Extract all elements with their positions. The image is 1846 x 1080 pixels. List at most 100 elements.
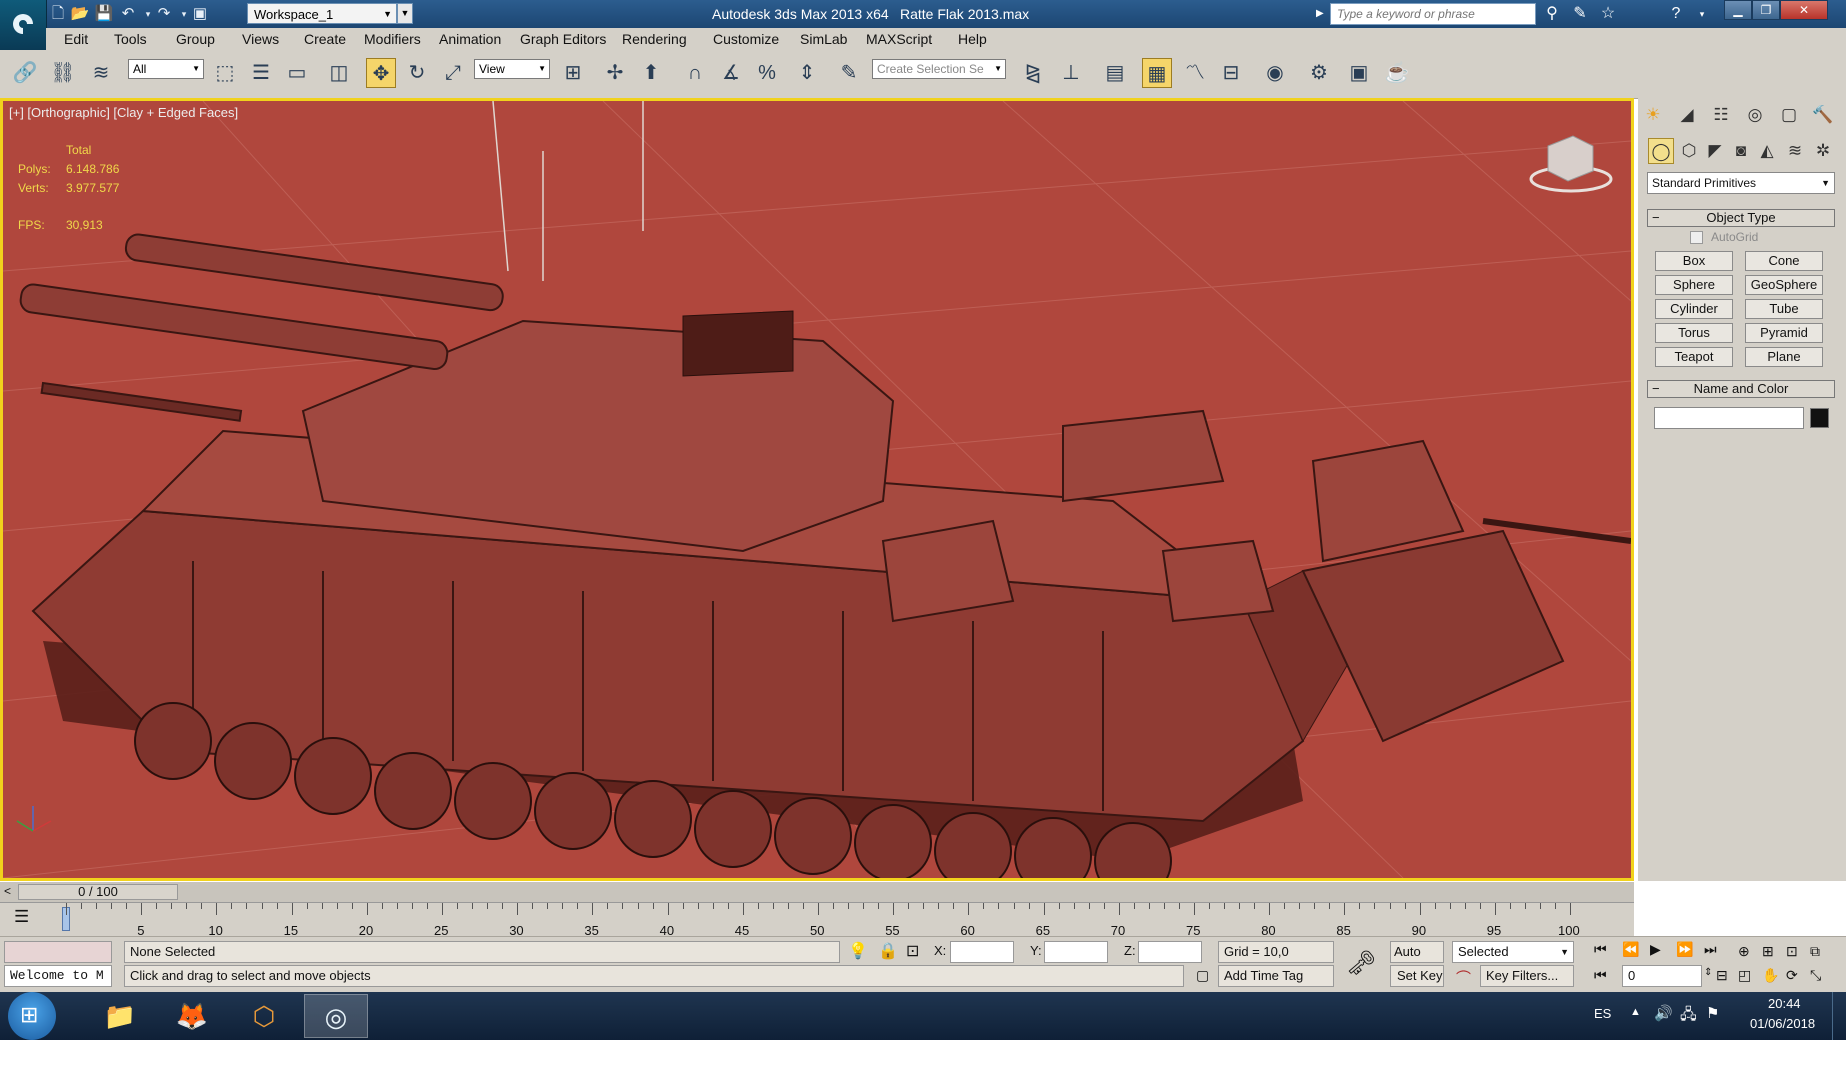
lights-icon[interactable]: ◤	[1702, 138, 1728, 164]
render-setup-icon[interactable]: ⚙	[1304, 58, 1334, 88]
angle-snap-icon[interactable]: ∡	[716, 58, 746, 88]
maxscript-listener-input[interactable]: Welcome to M	[4, 965, 112, 987]
minimize-button[interactable]: ▁	[1724, 0, 1752, 20]
time-slider-thumb[interactable]: 0 / 100	[18, 884, 178, 900]
z-coordinate-field[interactable]	[1138, 941, 1202, 963]
set-key-button[interactable]: Set Key	[1390, 965, 1444, 987]
redo-icon[interactable]: ↷	[154, 4, 174, 24]
tube-button[interactable]: Tube	[1745, 299, 1823, 319]
go-to-start-icon[interactable]: ⏮	[1594, 941, 1607, 958]
file-explorer-taskbar-icon[interactable]: 📁	[88, 994, 152, 1038]
object-type-rollout[interactable]: − Object Type	[1647, 209, 1835, 227]
show-desktop-button[interactable]	[1832, 992, 1846, 1040]
menu-customize[interactable]: Customize	[713, 31, 779, 47]
autogrid-checkbox[interactable]: AutoGrid	[1690, 230, 1758, 245]
maximize-viewport-icon[interactable]: ⤡	[1810, 967, 1821, 984]
keyboard-shortcut-override-icon[interactable]: ⬆	[636, 58, 666, 88]
select-and-move-icon[interactable]: ✥	[366, 58, 396, 88]
align-icon[interactable]: ⊥	[1056, 58, 1086, 88]
select-and-scale-icon[interactable]: ⤢	[438, 58, 468, 88]
menu-group[interactable]: Group	[176, 31, 215, 47]
scene-explorer-icon[interactable]: ▦	[1142, 58, 1172, 88]
select-and-rotate-icon[interactable]: ↻	[402, 58, 432, 88]
search-input[interactable]	[1330, 3, 1536, 25]
perspective-viewport[interactable]: [+] [Orthographic] [Clay + Edged Faces] …	[0, 98, 1634, 881]
select-by-name-icon[interactable]: ☰	[246, 58, 276, 88]
geosphere-button[interactable]: GeoSphere	[1745, 275, 1823, 295]
default-tangent-icon[interactable]: ⌒	[1456, 967, 1471, 988]
clock-date[interactable]: 01/06/2018	[1750, 1016, 1815, 1031]
modify-tab-icon[interactable]: ◢	[1674, 102, 1700, 128]
maximize-button[interactable]: ❐	[1752, 0, 1780, 20]
select-and-link-icon[interactable]: 🔗	[10, 58, 40, 88]
isolate-selection-icon[interactable]: 💡	[848, 941, 868, 961]
cone-button[interactable]: Cone	[1745, 251, 1823, 271]
open-file-icon[interactable]: 📂	[70, 4, 90, 24]
volume-icon[interactable]: 🔊	[1654, 1004, 1673, 1022]
spinner-snap-icon[interactable]: ⇕	[792, 58, 822, 88]
unlink-icon[interactable]: ⛓	[48, 58, 78, 88]
menu-graph-editors[interactable]: Graph Editors	[520, 31, 606, 47]
motion-tab-icon[interactable]: ◎	[1742, 102, 1768, 128]
percent-snap-icon[interactable]: %	[752, 58, 782, 88]
mirror-icon[interactable]: ⧎	[1018, 58, 1048, 88]
key-set-dropdown[interactable]: Selected ▼	[1452, 941, 1574, 963]
time-tag-icon[interactable]: ▢	[1196, 967, 1209, 984]
select-manipulate-icon[interactable]: ✢	[600, 58, 630, 88]
cylinder-button[interactable]: Cylinder	[1655, 299, 1733, 319]
previous-key-icon[interactable]: ⏪	[1622, 941, 1639, 958]
schematic-view-icon[interactable]: ⊟	[1216, 58, 1246, 88]
geometry-icon[interactable]: ◯	[1648, 138, 1674, 164]
selection-lock-icon[interactable]: 🔒	[878, 941, 898, 961]
helpers-icon[interactable]: ◭	[1754, 138, 1780, 164]
teapot-button[interactable]: Teapot	[1655, 347, 1733, 367]
close-button[interactable]: ✕	[1780, 0, 1828, 20]
select-object-icon[interactable]: ⬚	[210, 58, 240, 88]
named-selection-set-dropdown[interactable]: Create Selection Se ▼	[872, 59, 1006, 79]
pivot-center-icon[interactable]: ⊞	[558, 58, 588, 88]
current-frame-field[interactable]: 0	[1622, 965, 1702, 987]
frame-spinner-icon[interactable]: ⇕	[1704, 967, 1712, 978]
layer-manager-icon[interactable]: ▤	[1100, 58, 1130, 88]
systems-icon[interactable]: ✲	[1810, 138, 1836, 164]
pyramid-button[interactable]: Pyramid	[1745, 323, 1823, 343]
subscription-center-icon[interactable]: ✎	[1568, 3, 1592, 25]
time-configuration-icon[interactable]: ⊟	[1716, 967, 1728, 984]
shapes-icon[interactable]: ⬡	[1676, 138, 1702, 164]
pan-view-icon[interactable]: ✋	[1762, 967, 1779, 984]
viewport-label[interactable]: [+] [Orthographic] [Clay + Edged Faces]	[9, 105, 238, 120]
zoom-icon[interactable]: ⊕	[1738, 943, 1750, 960]
auto-key-button[interactable]: Auto Key	[1390, 941, 1444, 979]
workspace-selector[interactable]: Workspace_1 ▼	[247, 3, 397, 24]
menu-help[interactable]: Help	[958, 31, 987, 47]
x-coordinate-field[interactable]	[950, 941, 1014, 963]
sphere-button[interactable]: Sphere	[1655, 275, 1733, 295]
menu-modifiers[interactable]: Modifiers	[364, 31, 421, 47]
geometry-category-dropdown[interactable]: Standard Primitives ▼	[1647, 172, 1835, 194]
space-warps-icon[interactable]: ≋	[1782, 138, 1808, 164]
orbit-icon[interactable]: ⟳	[1786, 967, 1798, 984]
field-of-view-icon[interactable]: ◰	[1738, 967, 1751, 984]
next-key-icon[interactable]: ⏩	[1676, 941, 1693, 958]
help-dropdown-icon[interactable]: ▾	[1690, 3, 1714, 25]
menu-tools[interactable]: Tools	[114, 31, 147, 47]
menu-simlab[interactable]: SimLab	[800, 31, 847, 47]
binoculars-icon[interactable]: ⚲	[1540, 3, 1564, 25]
menu-edit[interactable]: Edit	[64, 31, 88, 47]
firefox-taskbar-icon[interactable]: 🦊	[160, 994, 224, 1038]
menu-maxscript[interactable]: MAXScript	[866, 31, 932, 47]
box-button[interactable]: Box	[1655, 251, 1733, 271]
new-file-icon[interactable]: 🗋	[48, 4, 68, 24]
render-production-icon[interactable]: ☕	[1382, 58, 1412, 88]
y-coordinate-field[interactable]	[1044, 941, 1108, 963]
window-crossing-icon[interactable]: ◫	[324, 58, 354, 88]
clock-time[interactable]: 20:44	[1768, 996, 1801, 1011]
menu-views[interactable]: Views	[242, 31, 279, 47]
app-menu-button[interactable]	[0, 0, 47, 50]
go-to-end-icon[interactable]: ⏭	[1704, 941, 1717, 958]
start-button[interactable]: ⊞	[8, 992, 56, 1040]
key-filters-button[interactable]: Key Filters...	[1480, 965, 1574, 987]
bind-space-warp-icon[interactable]: ≋	[86, 58, 116, 88]
key-mode-toggle-icon[interactable]: ⏮	[1594, 967, 1607, 984]
zoom-extents-icon[interactable]: ⊡	[1786, 943, 1798, 960]
